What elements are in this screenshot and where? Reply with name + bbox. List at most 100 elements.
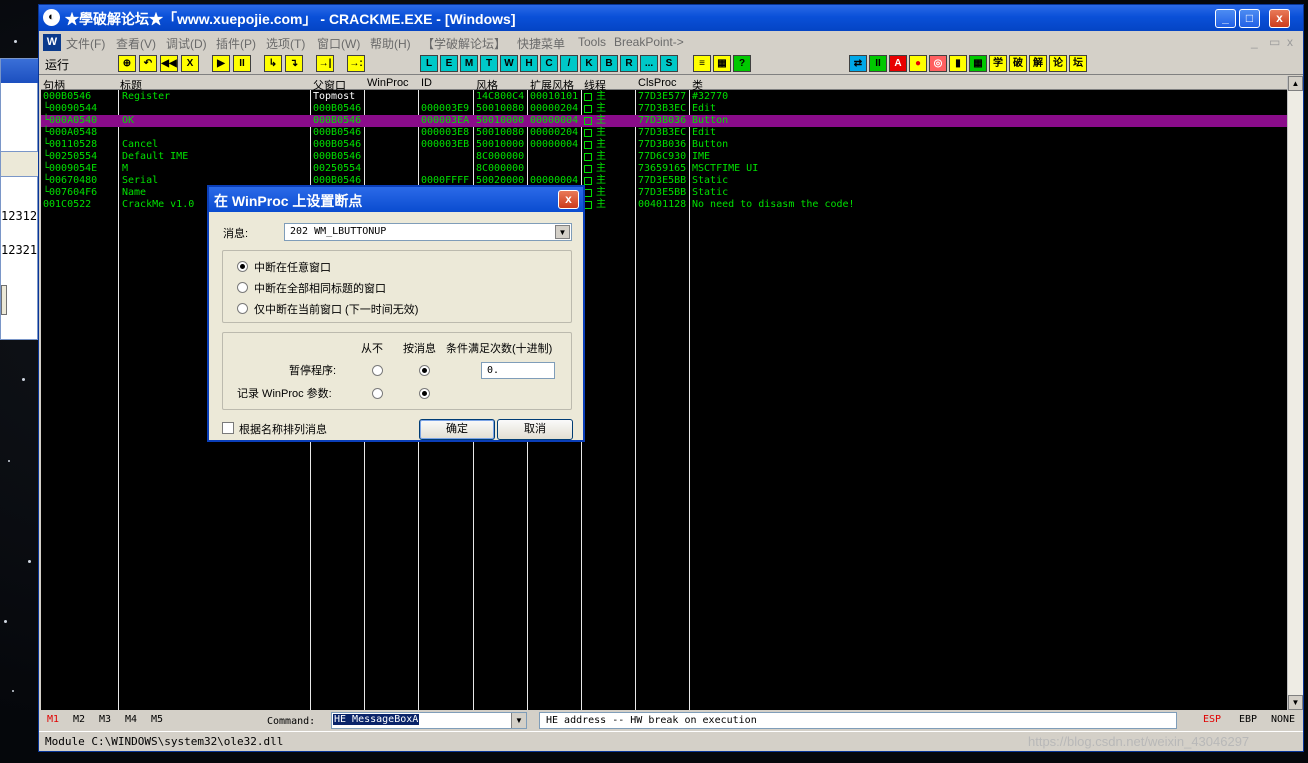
minimize-button[interactable]: _ bbox=[1215, 9, 1236, 28]
menu-shortcuts[interactable]: 快捷菜单 bbox=[517, 35, 565, 52]
log-window-icon[interactable]: L bbox=[420, 55, 438, 72]
a-icon[interactable]: A bbox=[889, 55, 907, 72]
menu-view[interactable]: 查看(V) bbox=[116, 35, 156, 52]
restart-icon[interactable]: ↶ bbox=[139, 55, 157, 72]
menu-debug[interactable]: 调试(D) bbox=[166, 35, 207, 52]
menu-help[interactable]: 帮助(H) bbox=[370, 35, 411, 52]
table-row[interactable]: └00250554 Default IME 000B0546 8C000000 主 77D… bbox=[41, 151, 1287, 163]
help-icon[interactable]: ? bbox=[733, 55, 751, 72]
run-icon[interactable]: ▶ bbox=[212, 55, 230, 72]
tan-icon[interactable]: 坛 bbox=[1069, 55, 1087, 72]
scroll-down-icon[interactable]: ▼ bbox=[1288, 695, 1303, 710]
bars-icon[interactable]: ▮ bbox=[949, 55, 967, 72]
chevron-down-icon[interactable]: ▼ bbox=[511, 713, 526, 728]
mdi-close-icon[interactable]: x bbox=[1287, 35, 1293, 49]
menu-tools[interactable]: Tools bbox=[578, 35, 606, 49]
menu-plugins[interactable]: 插件(P) bbox=[216, 35, 256, 52]
menu-file[interactable]: 文件(F) bbox=[66, 35, 105, 52]
table-row[interactable]: └00090544 000B0546 000003E9 50010080 0000020… bbox=[41, 103, 1287, 115]
log-on-message-radio[interactable] bbox=[419, 388, 430, 399]
table-row[interactable]: └000A0548 000B0546 000003E8 50010080 0000020… bbox=[41, 127, 1287, 139]
chevron-down-icon[interactable]: ▼ bbox=[555, 225, 570, 239]
table-row[interactable]: └00110528 Cancel 000B0546 000003EB 50010000 0… bbox=[41, 139, 1287, 151]
mdi-minimize-icon[interactable]: _ bbox=[1251, 35, 1258, 49]
header-winproc[interactable]: WinProc bbox=[367, 77, 409, 89]
close-button[interactable]: x bbox=[1269, 9, 1290, 28]
pause-on-message-radio[interactable] bbox=[419, 365, 430, 376]
open-icon[interactable]: ⊕ bbox=[118, 55, 136, 72]
menu-options[interactable]: 选项(T) bbox=[266, 35, 305, 52]
scroll-up-icon[interactable]: ▲ bbox=[1288, 76, 1303, 91]
radio-same-title[interactable] bbox=[237, 282, 248, 293]
ok-button[interactable]: 确定 bbox=[419, 419, 495, 440]
mark-m5[interactable]: M5 bbox=[151, 714, 163, 725]
terminate-icon[interactable]: X bbox=[181, 55, 199, 72]
sort-by-name-checkbox[interactable] bbox=[222, 422, 234, 434]
window-titlebar[interactable]: ◐ ★學破解论坛★「www.xuepojie.com」 - CRACKME.EX… bbox=[39, 5, 1303, 31]
mark-m1[interactable]: M1 bbox=[47, 714, 59, 725]
threads-icon[interactable]: T bbox=[480, 55, 498, 72]
radio-any-window-label[interactable]: 中断在任意窗口 bbox=[254, 259, 331, 275]
lun-icon[interactable]: 论 bbox=[1049, 55, 1067, 72]
cancel-button[interactable]: 取消 bbox=[497, 419, 573, 440]
step-over-icon[interactable]: ↴ bbox=[285, 55, 303, 72]
mark-m2[interactable]: M2 bbox=[73, 714, 85, 725]
source-icon[interactable]: S bbox=[660, 55, 678, 72]
grid-icon[interactable]: ▦ bbox=[713, 55, 731, 72]
execute-till-return-icon[interactable]: →| bbox=[316, 55, 334, 72]
radio-current-window[interactable] bbox=[237, 303, 248, 314]
memory-map-icon[interactable]: M bbox=[460, 55, 478, 72]
references-icon[interactable]: R bbox=[620, 55, 638, 72]
header-clsproc[interactable]: ClsProc bbox=[638, 77, 677, 89]
log-never-radio[interactable] bbox=[372, 388, 383, 399]
swap-icon[interactable]: ⇄ bbox=[849, 55, 867, 72]
pause-never-radio[interactable] bbox=[372, 365, 383, 376]
mark-m3[interactable]: M3 bbox=[99, 714, 111, 725]
target-icon[interactable]: ◎ bbox=[929, 55, 947, 72]
command-input[interactable]: HE MessageBoxA ▼ bbox=[331, 712, 527, 729]
patches-icon[interactable]: / bbox=[560, 55, 578, 72]
cpu-icon[interactable]: C bbox=[540, 55, 558, 72]
message-select[interactable]: 202 WM_LBUTTONUP ▼ bbox=[284, 223, 572, 241]
windows-icon[interactable]: W bbox=[500, 55, 518, 72]
count-input[interactable]: 0. bbox=[481, 362, 555, 379]
mdi-restore-icon[interactable]: ▭ bbox=[1269, 35, 1280, 49]
table-row[interactable]: 000B0546 Register Topmost 14C800C4 00010101 主… bbox=[41, 91, 1287, 103]
step-into-icon[interactable]: ↳ bbox=[264, 55, 282, 72]
reg-none[interactable]: NONE bbox=[1271, 714, 1295, 725]
vertical-scrollbar[interactable]: ▲ ▼ bbox=[1287, 76, 1303, 710]
pause-green-icon[interactable]: II bbox=[869, 55, 887, 72]
app-icon[interactable]: ◐ bbox=[43, 9, 60, 26]
menu-xuepojie[interactable]: 【学破解论坛】 bbox=[422, 35, 506, 52]
executable-modules-icon[interactable]: E bbox=[440, 55, 458, 72]
table-row[interactable]: └0009054E M 00250554 8C000000 主 73659165 MSCTF… bbox=[41, 163, 1287, 175]
pause-icon[interactable]: II bbox=[233, 55, 251, 72]
radio-any-window[interactable] bbox=[237, 261, 248, 272]
record-icon[interactable]: ● bbox=[909, 55, 927, 72]
xue-icon[interactable]: 学 bbox=[989, 55, 1007, 72]
breakpoints-icon[interactable]: B bbox=[600, 55, 618, 72]
header-id[interactable]: ID bbox=[421, 77, 432, 89]
menu-window[interactable]: 窗口(W) bbox=[317, 35, 360, 52]
dialog-close-icon[interactable]: x bbox=[558, 190, 579, 209]
table-icon[interactable]: ▦ bbox=[969, 55, 987, 72]
radio-current-window-label[interactable]: 仅中断在当前窗口 (下一时间无效) bbox=[254, 301, 418, 317]
handles-icon[interactable]: H bbox=[520, 55, 538, 72]
go-to-icon[interactable]: →: bbox=[347, 55, 365, 72]
list-icon[interactable]: ≡ bbox=[693, 55, 711, 72]
sort-by-name-label[interactable]: 根据名称排列消息 bbox=[239, 421, 327, 437]
maximize-button[interactable]: □ bbox=[1239, 9, 1260, 28]
mark-m4[interactable]: M4 bbox=[125, 714, 137, 725]
dialog-titlebar[interactable]: 在 WinProc 上设置断点 x bbox=[209, 187, 583, 212]
mdi-child-icon[interactable]: W bbox=[43, 34, 61, 51]
jie-icon[interactable]: 解 bbox=[1029, 55, 1047, 72]
reg-esp[interactable]: ESP bbox=[1203, 714, 1221, 725]
menu-breakpoint[interactable]: BreakPoint-> bbox=[614, 35, 684, 49]
call-stack-icon[interactable]: K bbox=[580, 55, 598, 72]
run-trace-icon[interactable]: ... bbox=[640, 55, 658, 72]
radio-same-title-label[interactable]: 中断在全部相同标题的窗口 bbox=[254, 280, 386, 296]
reg-ebp[interactable]: EBP bbox=[1239, 714, 1257, 725]
po-icon[interactable]: 破 bbox=[1009, 55, 1027, 72]
rewind-icon[interactable]: ◀◀ bbox=[160, 55, 178, 72]
table-row[interactable]: └000A0540 OK 000B0546 000003EA 50010000 00000… bbox=[41, 115, 1287, 127]
